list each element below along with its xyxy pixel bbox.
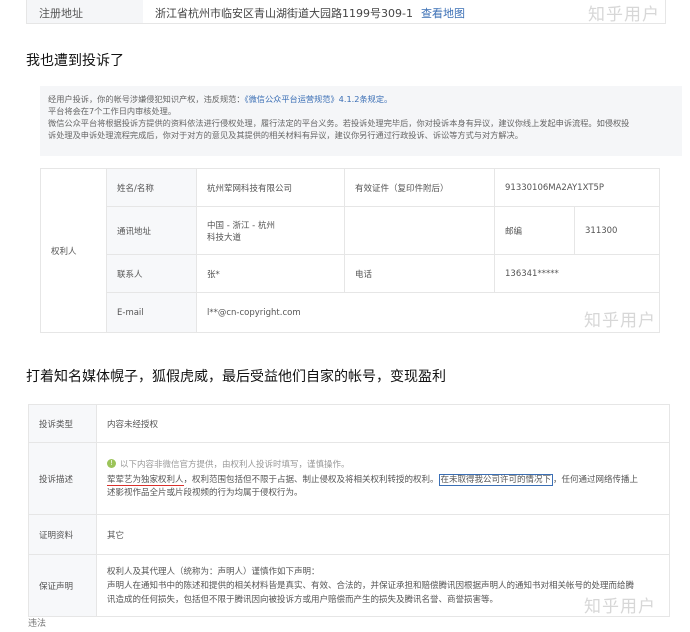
view-map-link[interactable]: 查看地图: [421, 7, 465, 20]
guarantee-key: 保证声明: [28, 554, 97, 617]
desc-info-text: 以下内容非微信官方提供，由权利人投诉时填写，谨慎操作。: [120, 459, 350, 470]
type-key: 投诉类型: [28, 404, 97, 443]
guarantee-line-1: 权利人及其代理人（统称为：声明人）谨慎作如下声明：: [107, 566, 320, 577]
desc-part-5: 述影视作品全片或片段视频的行为均属于侵权行为。: [107, 487, 303, 498]
phone-key: 电话: [344, 254, 495, 293]
table-row: 权利人 姓名/名称 杭州荤网科技有限公司 有效证件（复印件附后） 9133010…: [40, 168, 660, 333]
section-text-2: 打着知名媒体幌子，狐假虎威，最后受益他们自家的帐号，变现盈利: [26, 369, 446, 385]
table-row: 保证声明 权利人及其代理人（统称为：声明人）谨慎作如下声明： 声明人在通知书中的…: [28, 554, 670, 617]
desc-underlined: 荤荤艺为独家权利人: [107, 474, 184, 486]
address-value-cell: 中国 - 浙江 - 杭州 科技大道: [196, 206, 345, 255]
guarantee-line-3: 讯造成的任何损失，包括但不限于腾讯因向被投诉方或用户赔偿而产生的损失及腾讯名誉、…: [107, 594, 499, 605]
info-icon: !: [107, 459, 116, 468]
complaint-notice: 经用户投诉，你的帐号涉嫌侵犯知识产权，违反规范：《微信公众平台运营规范》4.1.…: [40, 86, 682, 156]
postcode-key: 邮编: [494, 206, 575, 255]
phone-value: 136341*****: [494, 254, 660, 293]
name-value: 杭州荤网科技有限公司: [196, 168, 345, 207]
table-row: 投诉描述 ! 以下内容非微信官方提供，由权利人投诉时填写，谨慎操作。 荤荤艺为独…: [28, 442, 670, 515]
desc-info-line: ! 以下内容非微信官方提供，由权利人投诉时填写，谨慎操作。: [107, 458, 659, 470]
desc-key: 投诉描述: [28, 442, 97, 515]
address-value: 浙江省杭州市临安区青山湖街道大园路1199号309-1 查看地图: [143, 0, 465, 23]
address-label: 注册地址: [27, 0, 143, 23]
table-row: 投诉类型 内容未经授权: [28, 404, 670, 443]
name-key: 姓名/名称: [106, 168, 197, 207]
guarantee-line-2: 声明人在通知书中的陈述和提供的相关材料皆是真实、有效、合法的，并保证承担和赔偿腾…: [107, 580, 635, 591]
email-key: E-mail: [106, 292, 197, 333]
watermark: 知乎用户: [588, 5, 660, 25]
notice-line-2: 平台将会在7个工作日内审核处理。: [48, 106, 177, 116]
notice-line-3: 微信公众平台将根据投诉方提供的资料依法进行侵权处理，履行法定的平台义务。若投诉处…: [48, 118, 630, 128]
id-key: 有效证件（复印件附后）: [344, 168, 495, 207]
watermark: 知乎用户: [584, 311, 656, 331]
address-key: 通讯地址: [106, 206, 197, 255]
complaint-table: 投诉类型 内容未经授权 投诉描述 ! 以下内容非微信官方提供，由权利人投诉时填写…: [28, 404, 670, 617]
table-row: E-mail l**@cn-copyright.com: [41, 292, 660, 333]
address-line-2: 科技大道: [207, 232, 242, 243]
postcode-spacer: [344, 206, 495, 255]
rights-holder-table: 权利人 姓名/名称 杭州荤网科技有限公司 有效证件（复印件附后） 9133010…: [40, 168, 660, 333]
notice-line-1: 经用户投诉，你的帐号涉嫌侵犯知识产权，违反规范：《微信公众平台运营规范》4.1.…: [48, 93, 674, 105]
watermark: 知乎用户: [584, 597, 656, 617]
contact-value: 张*: [196, 254, 345, 293]
operating-rules-link[interactable]: 《微信公众平台运营规范》4.1.2条规定。: [245, 94, 393, 104]
table-row: 联系人 张* 电话 136341*****: [41, 254, 660, 293]
type-value: 内容未经授权: [96, 404, 670, 443]
desc-part-4: ，任何通过网络传播上: [553, 474, 639, 485]
desc-highlighted: 在未取得我公司许可的情况下: [438, 473, 554, 486]
evidence-key: 证明资料: [28, 514, 97, 555]
rights-holder-label: 权利人: [40, 168, 107, 333]
address-text: 浙江省杭州市临安区青山湖街道大园路1199号309-1: [155, 7, 413, 20]
id-value: 91330106MA2AY1XT5P: [494, 168, 660, 207]
notice-line-4: 诉处理及申诉处理流程完成后，你对于对方的意见及其提供的相关材料有异议，建议你另行…: [48, 130, 523, 140]
contact-key: 联系人: [106, 254, 197, 293]
table-row: 证明资料 其它: [28, 514, 670, 555]
bottom-fragment: 违法: [28, 619, 47, 629]
postcode-value: 311300: [574, 206, 660, 255]
desc-text: 荤荤艺为独家权利人，权利范围包括但不限于占据、制止侵权及将相关权利转授的权利。在…: [107, 473, 659, 500]
table-row: 通讯地址 中国 - 浙江 - 杭州 科技大道 邮编 311300: [41, 206, 660, 255]
address-line-1: 中国 - 浙江 - 杭州: [207, 220, 275, 231]
section-text-1: 我也遭到投诉了: [26, 53, 124, 69]
desc-part-2: ，权利范围包括但不限于占据、制止侵权及将相关权利转授的权利。: [183, 474, 439, 485]
registered-address-row: 注册地址 浙江省杭州市临安区青山湖街道大园路1199号309-1 查看地图: [26, 0, 666, 24]
evidence-value: 其它: [96, 514, 670, 555]
desc-value: ! 以下内容非微信官方提供，由权利人投诉时填写，谨慎操作。 荤荤艺为独家权利人，…: [96, 442, 670, 515]
notice-line-1-text: 经用户投诉，你的帐号涉嫌侵犯知识产权，违反规范：: [48, 94, 245, 104]
